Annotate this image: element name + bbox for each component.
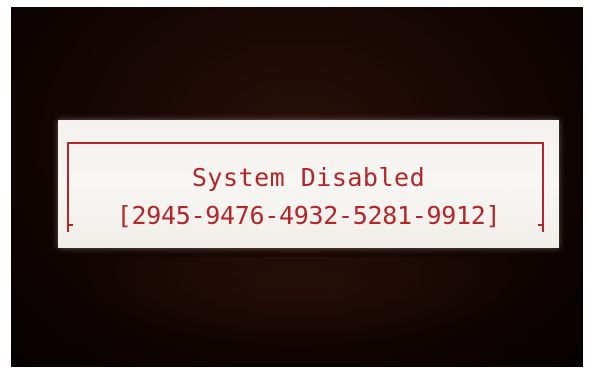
photo-frame: System Disabled [2945-9476-4932-5281-991… (0, 0, 590, 374)
dialog-title: System Disabled (191, 163, 426, 192)
system-disabled-dialog: System Disabled [2945-9476-4932-5281-991… (58, 120, 559, 248)
monitor-screen: System Disabled [2945-9476-4932-5281-991… (11, 7, 583, 367)
lock-code: [2945-9476-4932-5281-9912] (116, 201, 501, 230)
